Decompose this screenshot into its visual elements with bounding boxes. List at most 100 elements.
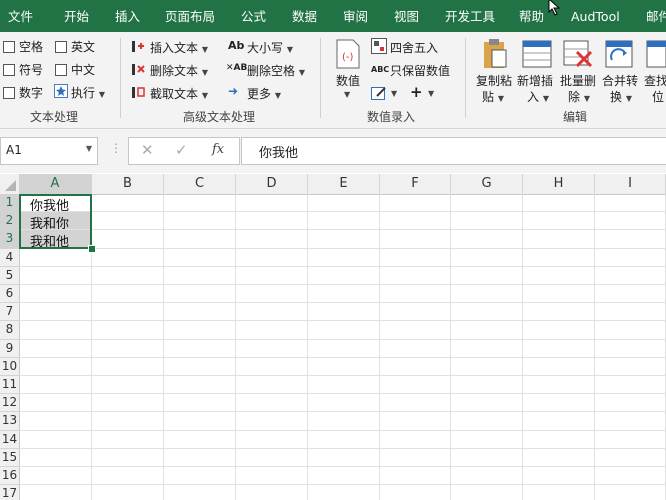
merge-convert-button[interactable]: 合并转	[602, 72, 638, 89]
cell-g13[interactable]	[451, 412, 523, 431]
cell-f2[interactable]	[380, 212, 451, 231]
cell-g12[interactable]	[451, 394, 523, 413]
execute-icon[interactable]	[54, 84, 68, 98]
select-all-corner[interactable]	[0, 174, 20, 195]
cell-c13[interactable]	[164, 412, 236, 431]
tab-developer[interactable]: 开发工具	[445, 0, 495, 32]
cell-g16[interactable]	[451, 467, 523, 486]
confirm-icon[interactable]: ✓	[175, 141, 188, 159]
cell-a7[interactable]	[19, 303, 92, 322]
cell-h14[interactable]	[523, 430, 595, 449]
cell-d4[interactable]	[236, 248, 308, 267]
new-insert-button[interactable]: 新增插	[517, 72, 553, 89]
tab-help[interactable]: 帮助	[519, 0, 544, 32]
cell-h11[interactable]	[523, 376, 595, 395]
cell-f10[interactable]	[380, 357, 451, 376]
add-icon[interactable]: +	[410, 83, 423, 101]
merge-convert-button-line2[interactable]: 换 ▼	[610, 88, 632, 105]
cell-a10[interactable]	[19, 357, 92, 376]
row-header-5[interactable]: 5	[0, 266, 20, 285]
row-header-14[interactable]: 14	[0, 430, 20, 449]
name-box[interactable]: A1 ▼	[0, 137, 98, 165]
cell-a9[interactable]	[19, 339, 92, 358]
cell-h16[interactable]	[523, 467, 595, 486]
column-header-g[interactable]: G	[451, 174, 523, 195]
cell-c10[interactable]	[164, 357, 236, 376]
cell-e12[interactable]	[308, 394, 380, 413]
row-header-1[interactable]: 1	[0, 194, 21, 213]
cell-c16[interactable]	[164, 467, 236, 486]
insert-text-button[interactable]: 插入文本 ▼	[150, 39, 208, 56]
tab-page-layout[interactable]: 页面布局	[165, 0, 215, 32]
cell-i7[interactable]	[595, 303, 666, 322]
cell-b11[interactable]	[92, 376, 164, 395]
cell-h6[interactable]	[523, 285, 595, 304]
cell-a6[interactable]	[19, 285, 92, 304]
cell-h3[interactable]	[523, 230, 595, 249]
row-header-8[interactable]: 8	[0, 321, 20, 340]
column-header-c[interactable]: C	[164, 174, 236, 195]
extract-text-button[interactable]: 截取文本 ▼	[150, 85, 208, 102]
cell-a14[interactable]	[19, 430, 92, 449]
row-header-12[interactable]: 12	[0, 394, 20, 413]
cell-b7[interactable]	[92, 303, 164, 322]
cell-e16[interactable]	[308, 467, 380, 486]
batch-delete-button[interactable]: 批量删	[560, 72, 596, 89]
cell-d7[interactable]	[236, 303, 308, 322]
delete-space-button[interactable]: 删除空格 ▼	[247, 62, 305, 79]
cell-d9[interactable]	[236, 339, 308, 358]
cell-a5[interactable]	[19, 266, 92, 285]
row-header-2[interactable]: 2	[0, 212, 21, 231]
cell-a16[interactable]	[19, 467, 92, 486]
tab-file[interactable]: 文件	[8, 0, 33, 32]
cell-d6[interactable]	[236, 285, 308, 304]
cell-a8[interactable]	[19, 321, 92, 340]
cell-b15[interactable]	[92, 448, 164, 467]
cell-a13[interactable]	[19, 412, 92, 431]
spreadsheet-grid[interactable]: A B C D E F G H I 1 2 3 4 5 6 7 8 9 10 11 12 13 14 15 16 17 你我他 我和你…	[0, 174, 666, 500]
cell-c7[interactable]	[164, 303, 236, 322]
more-button[interactable]: 更多 ▼	[247, 85, 281, 102]
cell-c9[interactable]	[164, 339, 236, 358]
cell-a17[interactable]	[19, 485, 92, 500]
copy-paste-button[interactable]: 复制粘	[476, 72, 512, 89]
checkbox-chinese[interactable]	[55, 64, 67, 76]
cell-a11[interactable]	[19, 376, 92, 395]
column-header-b[interactable]: B	[92, 174, 164, 195]
row-header-6[interactable]: 6	[0, 285, 20, 304]
cell-i12[interactable]	[595, 394, 666, 413]
cell-i13[interactable]	[595, 412, 666, 431]
cell-e8[interactable]	[308, 321, 380, 340]
cell-b14[interactable]	[92, 430, 164, 449]
cell-i6[interactable]	[595, 285, 666, 304]
cell-f15[interactable]	[380, 448, 451, 467]
cell-e7[interactable]	[308, 303, 380, 322]
cell-i17[interactable]	[595, 485, 666, 500]
cell-g7[interactable]	[451, 303, 523, 322]
formula-input[interactable]: 你我他	[241, 137, 666, 165]
cell-e14[interactable]	[308, 430, 380, 449]
cell-d13[interactable]	[236, 412, 308, 431]
cell-f3[interactable]	[380, 230, 451, 249]
tab-review[interactable]: 审阅	[343, 0, 368, 32]
cell-i4[interactable]	[595, 248, 666, 267]
row-header-7[interactable]: 7	[0, 303, 20, 322]
column-header-e[interactable]: E	[308, 174, 380, 195]
fill-handle[interactable]	[88, 244, 96, 253]
cell-b13[interactable]	[92, 412, 164, 431]
tab-mail[interactable]: 邮件	[646, 0, 666, 32]
cell-i5[interactable]	[595, 266, 666, 285]
cell-b2[interactable]	[92, 212, 164, 231]
copy-paste-button-line2[interactable]: 贴 ▼	[482, 88, 504, 105]
cell-e9[interactable]	[308, 339, 380, 358]
cell-d2[interactable]	[236, 212, 308, 231]
keep-value-button[interactable]: 只保留数值	[390, 62, 450, 79]
column-header-f[interactable]: F	[380, 174, 451, 195]
cell-b12[interactable]	[92, 394, 164, 413]
cell-e1[interactable]	[308, 194, 380, 213]
cell-g15[interactable]	[451, 448, 523, 467]
find-locate-button[interactable]: 查找	[644, 72, 666, 89]
cell-c12[interactable]	[164, 394, 236, 413]
cell-c3[interactable]	[164, 230, 236, 249]
cell-f13[interactable]	[380, 412, 451, 431]
